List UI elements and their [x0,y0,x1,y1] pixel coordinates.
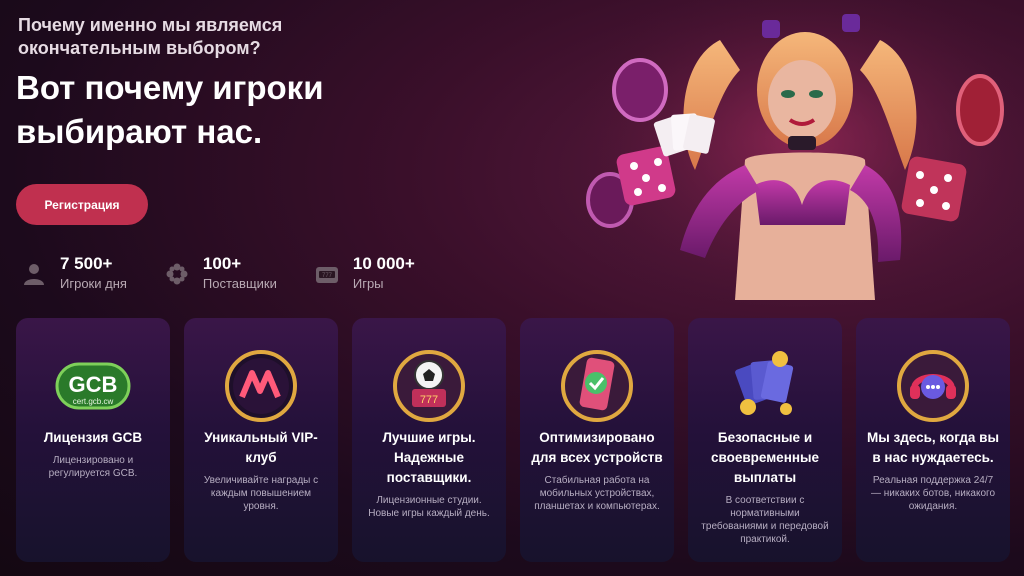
device-icon [561,350,633,422]
stat-providers-value: 100+ [202,254,242,273]
stat-games-label: Игры [352,276,384,291]
stat-players: 7 500+ Игроки дня [20,254,127,294]
providers-icon [166,263,188,285]
feature-card-desc: В соответствии с нормативными требования… [701,495,829,545]
stat-games-value: 10 000+ [352,254,415,273]
feature-card-title: Уникальный VIP-клуб [204,430,318,465]
feature-card-desc: Лицензионные студии. Новые игры каждый д… [368,495,490,519]
register-button[interactable]: Регистрация [16,184,148,225]
feature-card-license[interactable]: GCB cert.gcb.cw Лицензия GCB Лицензирова… [16,318,170,562]
stat-games: 777 10 000+ Игры [313,254,415,294]
stat-providers-label: Поставщики [202,276,277,291]
user-icon [24,264,44,285]
features-cards: GCB cert.gcb.cw Лицензия GCB Лицензирова… [16,318,1010,562]
feature-card-payouts[interactable]: Безопасные и своевременные выплаты В соо… [688,318,842,562]
feature-card-desc: Лицензировано и регулируется GCB. [48,455,138,479]
feature-card-desc: Стабильная работа на мобильных устройств… [534,475,660,512]
games-icon: 777 [393,350,465,422]
feature-card-desc: Увеличивайте награды с каждым повышением… [203,475,319,512]
hero-subtitle: Почему именно мы являемся окончательным … [18,15,283,58]
feature-card-title: Оптимизировано для всех устройств [531,430,663,465]
feature-card-title: Лучшие игры. Надежные поставщики. [382,430,476,485]
hero-section: Почему именно мы являемся окончательным … [0,0,1024,310]
svg-text:777: 777 [322,273,333,279]
feature-card-vip[interactable]: Уникальный VIP-клуб Увеличивайте награды… [184,318,338,562]
slot-icon: 777 [315,267,338,283]
hero-character-illustration [580,0,1024,310]
stats-row: 7 500+ Игроки дня 100+ Поставщики 777 10… [20,254,451,294]
vip-badge-icon [225,350,297,422]
feature-card-support[interactable]: Мы здесь, когда вы в нас нуждаетесь. Реа… [856,318,1010,562]
svg-text:777: 777 [420,394,438,406]
feature-card-games[interactable]: 777 Лучшие игры. Надежные поставщики. Ли… [352,318,506,562]
feature-card-title: Безопасные и своевременные выплаты [710,430,820,485]
gcb-logo-icon: GCB cert.gcb.cw [55,362,131,410]
feature-card-devices[interactable]: Оптимизировано для всех устройств Стабил… [520,318,674,562]
support-icon [897,350,969,422]
stat-players-value: 7 500+ [60,254,113,273]
hero-title: Вот почему игроки выбирают нас. [16,69,324,150]
stat-players-label: Игроки дня [60,276,127,291]
payout-icon [735,351,794,415]
gcb-logo-sub: cert.gcb.cw [73,397,114,406]
feature-card-desc: Реальная поддержка 24/7 — никаких ботов,… [870,475,996,512]
feature-card-title: Мы здесь, когда вы в нас нуждаетесь. [866,430,1000,465]
stat-providers: 100+ Поставщики [163,254,277,294]
feature-card-title: Лицензия GCB Лицензировано и регулируетс… [22,428,164,480]
gcb-logo-text: GCB [69,372,118,397]
